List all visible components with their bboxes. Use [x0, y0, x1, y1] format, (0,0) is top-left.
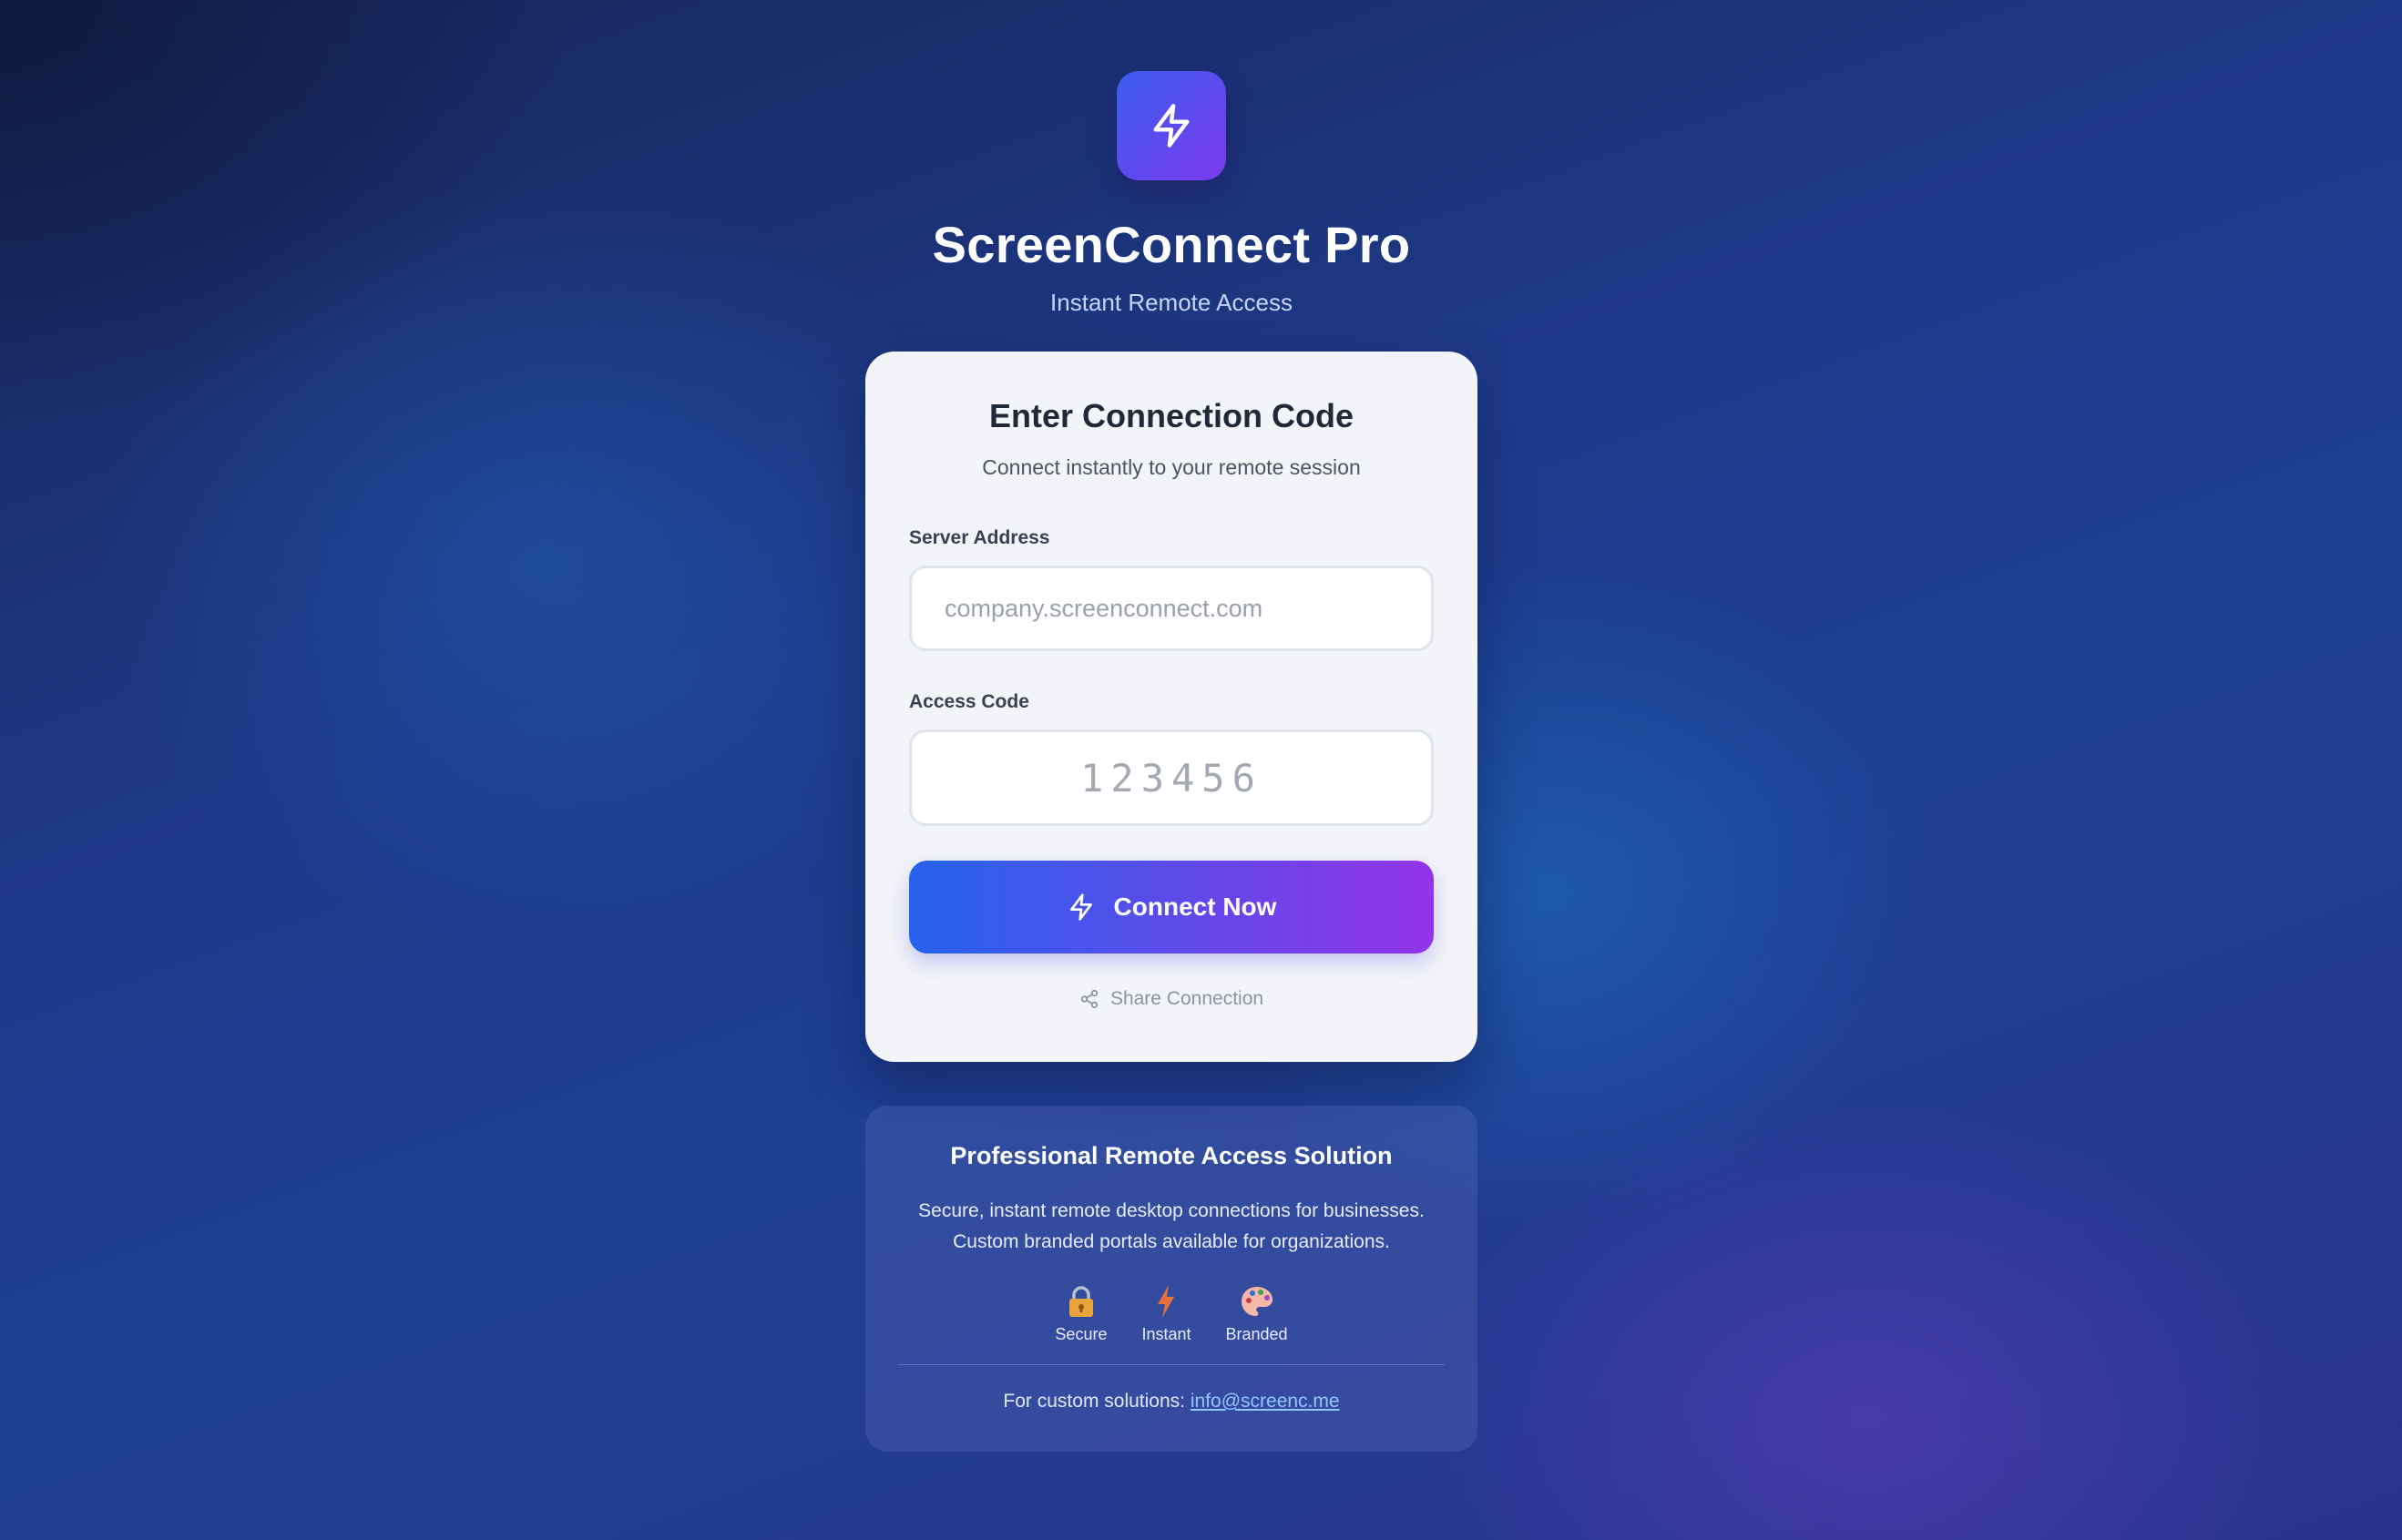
- info-text-line: Custom branded portals available for org…: [953, 1231, 1390, 1252]
- lock-icon: [1063, 1283, 1099, 1320]
- access-code-label: Access Code: [909, 691, 1029, 712]
- info-card: Professional Remote Access Solution Secu…: [865, 1106, 1477, 1452]
- feature-branded: Branded: [1226, 1283, 1288, 1344]
- main-container: ScreenConnect Pro Instant Remote Access …: [865, 71, 1477, 1452]
- access-code-input[interactable]: [909, 729, 1434, 826]
- app-logo: [1117, 71, 1226, 180]
- feature-secure: Secure: [1055, 1283, 1107, 1344]
- contact-line: For custom solutions: info@screenc.me: [1003, 1391, 1339, 1413]
- divider: [898, 1364, 1445, 1365]
- share-connection-label: Share Connection: [1109, 988, 1264, 1009]
- info-description: Secure, instant remote desktop connectio…: [918, 1196, 1425, 1258]
- share-connection-link[interactable]: Share Connection: [909, 988, 1434, 1010]
- server-address-input[interactable]: [909, 566, 1434, 651]
- lightning-icon: [1148, 1283, 1184, 1320]
- connect-now-button[interactable]: Connect Now: [909, 861, 1434, 954]
- palette-icon: [1239, 1283, 1275, 1320]
- share-icon: [1080, 989, 1099, 1009]
- lightning-bolt-icon: [1069, 893, 1092, 921]
- info-text-line: Secure, instant remote desktop connectio…: [918, 1200, 1425, 1221]
- feature-label: Branded: [1225, 1325, 1288, 1343]
- app-title: ScreenConnect Pro: [932, 216, 1411, 273]
- feature-label: Secure: [1055, 1325, 1108, 1343]
- contact-email-link[interactable]: info@screenc.me: [1191, 1391, 1340, 1412]
- lightning-bolt-icon: [1153, 104, 1190, 148]
- server-address-label: Server Address: [909, 527, 1050, 548]
- app-subtitle: Instant Remote Access: [1050, 289, 1293, 316]
- card-subtitle: Connect instantly to your remote session: [982, 455, 1361, 479]
- feature-instant: Instant: [1141, 1283, 1191, 1344]
- connect-now-label: Connect Now: [1113, 892, 1277, 921]
- feature-list: Secure Instant Branded: [1055, 1283, 1288, 1344]
- info-title: Professional Remote Access Solution: [950, 1142, 1393, 1169]
- card-title: Enter Connection Code: [988, 397, 1354, 434]
- connection-card: Enter Connection Code Connect instantly …: [865, 352, 1477, 1062]
- feature-label: Instant: [1141, 1325, 1191, 1343]
- contact-prefix: For custom solutions:: [1003, 1391, 1185, 1412]
